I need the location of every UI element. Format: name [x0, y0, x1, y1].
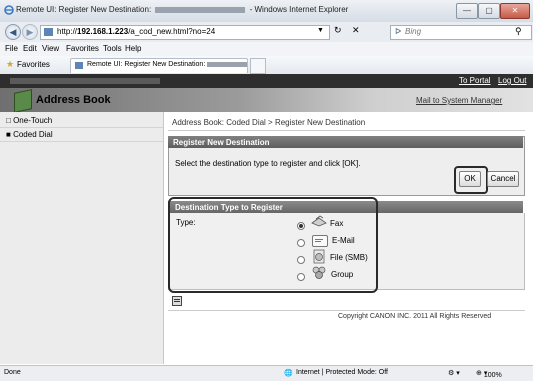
device-name-redacted — [10, 78, 160, 84]
breadcrumb: Address Book: Coded Dial > Register New … — [172, 118, 366, 127]
menu-edit[interactable]: Edit — [23, 44, 37, 53]
menu-tools[interactable]: Tools — [103, 44, 122, 53]
back-icon[interactable]: ◀ — [5, 24, 21, 40]
sidebar-item-one-touch[interactable]: □ One-Touch — [6, 116, 52, 125]
address-field[interactable]: http://192.168.1.223/a_cod_new.html?no=2… — [40, 25, 330, 40]
status-bar: Done 🌐 Internet | Protected Mode: Off ⚙ … — [0, 365, 533, 381]
fax-icon — [311, 215, 327, 227]
menu-bar: File Edit View Favorites Tools Help — [0, 42, 533, 56]
menu-file[interactable]: File — [5, 44, 18, 53]
redacted-model — [155, 6, 246, 13]
sidebar-divider — [0, 127, 163, 128]
copyright-text: Copyright CANON INC. 2011 All Rights Res… — [338, 313, 492, 320]
stop-icon[interactable]: ✕ — [352, 25, 360, 36]
group-icon — [311, 265, 327, 281]
radio-group[interactable] — [297, 273, 305, 281]
fax-label: Fax — [330, 219, 344, 228]
sidebar-item-label: Coded Dial — [13, 130, 53, 139]
menu-favorites[interactable]: Favorites — [66, 44, 99, 53]
favorites-bar: ★ Favorites Remote UI: Register New Dest… — [0, 56, 533, 75]
status-text: Done — [4, 369, 21, 376]
file-smb-icon — [312, 249, 326, 265]
to-portal-link[interactable]: To Portal — [459, 76, 491, 85]
page-title: Address Book — [36, 94, 111, 106]
favorites-button[interactable]: Favorites — [17, 60, 50, 69]
tab-title: Remote UI: Register New Destination: — [87, 61, 248, 68]
sidebar-item-label: One-Touch — [13, 116, 53, 125]
page-icon — [44, 28, 53, 36]
log-out-link[interactable]: Log Out — [498, 76, 526, 85]
footer-divider — [168, 310, 525, 311]
dropdown-icon[interactable]: ▼ — [317, 27, 324, 34]
minimize-button[interactable]: — — [456, 3, 478, 19]
search-icon[interactable]: ⚲ — [515, 26, 522, 37]
checkbox-filled-icon: ■ — [6, 130, 11, 139]
bing-logo-icon: ᐅ — [395, 27, 402, 36]
checkbox-empty-icon: □ — [6, 116, 11, 125]
navigation-bar: ◀ ▶ http://192.168.1.223/a_cod_new.html?… — [0, 22, 533, 42]
page-header: Address Book Mail to System Manager — [0, 88, 533, 113]
star-icon: ★ — [6, 59, 15, 69]
new-tab-button[interactable] — [250, 58, 266, 74]
zoom-value: 100% — [483, 372, 502, 379]
close-button[interactable]: ✕ — [500, 3, 530, 19]
refresh-icon[interactable]: ↻ — [334, 25, 342, 36]
search-field[interactable]: ᐅ Bing ⚲ — [390, 25, 532, 40]
page-top-icon[interactable] — [172, 296, 182, 306]
radio-file-smb[interactable] — [297, 256, 305, 264]
breadcrumb-divider — [168, 130, 525, 131]
protected-mode-icon[interactable]: ⚙ ▾ — [448, 369, 460, 377]
mail-to-system-manager-link[interactable]: Mail to System Manager — [416, 96, 502, 105]
sidebar-divider — [0, 141, 163, 142]
sidebar: □ One-Touch ■ Coded Dial — [0, 112, 164, 364]
file-smb-label: File (SMB) — [330, 253, 368, 262]
portal-bar: To Portal Log Out — [0, 74, 533, 88]
security-zone[interactable]: Internet | Protected Mode: Off — [296, 369, 388, 376]
maximize-button[interactable]: ▢ — [478, 3, 500, 19]
email-label: E-Mail — [332, 236, 355, 245]
ie-logo-icon — [4, 5, 14, 15]
zoom-level[interactable]: ⊕ 100% ▾ — [476, 369, 502, 379]
instruction-text: Select the destination type to register … — [175, 159, 361, 168]
window-titlebar: Remote UI: Register New Destination: - W… — [0, 0, 533, 23]
redacted-tab-model — [207, 61, 248, 67]
cancel-button[interactable]: Cancel — [487, 171, 519, 187]
radio-email[interactable] — [297, 239, 305, 247]
menu-view[interactable]: View — [42, 44, 59, 53]
email-icon — [312, 235, 328, 247]
globe-icon: 🌐 — [284, 370, 293, 377]
browser-tab[interactable]: Remote UI: Register New Destination: — [70, 58, 248, 73]
register-panel-heading: Register New Destination — [168, 136, 523, 148]
url-text: http://192.168.1.223/a_cod_new.html?no=2… — [57, 27, 216, 36]
radio-fax[interactable] — [297, 222, 305, 230]
window-title: Remote UI: Register New Destination: - W… — [16, 5, 349, 14]
type-label: Type: — [176, 218, 196, 227]
tab-page-icon — [75, 62, 83, 69]
menu-help[interactable]: Help — [125, 44, 141, 53]
search-placeholder: Bing — [405, 27, 422, 36]
ok-button[interactable]: OK — [459, 171, 481, 187]
sidebar-item-coded-dial[interactable]: ■ Coded Dial — [6, 130, 53, 139]
forward-icon[interactable]: ▶ — [22, 24, 38, 40]
group-label: Group — [331, 270, 354, 279]
address-book-icon — [14, 89, 32, 113]
